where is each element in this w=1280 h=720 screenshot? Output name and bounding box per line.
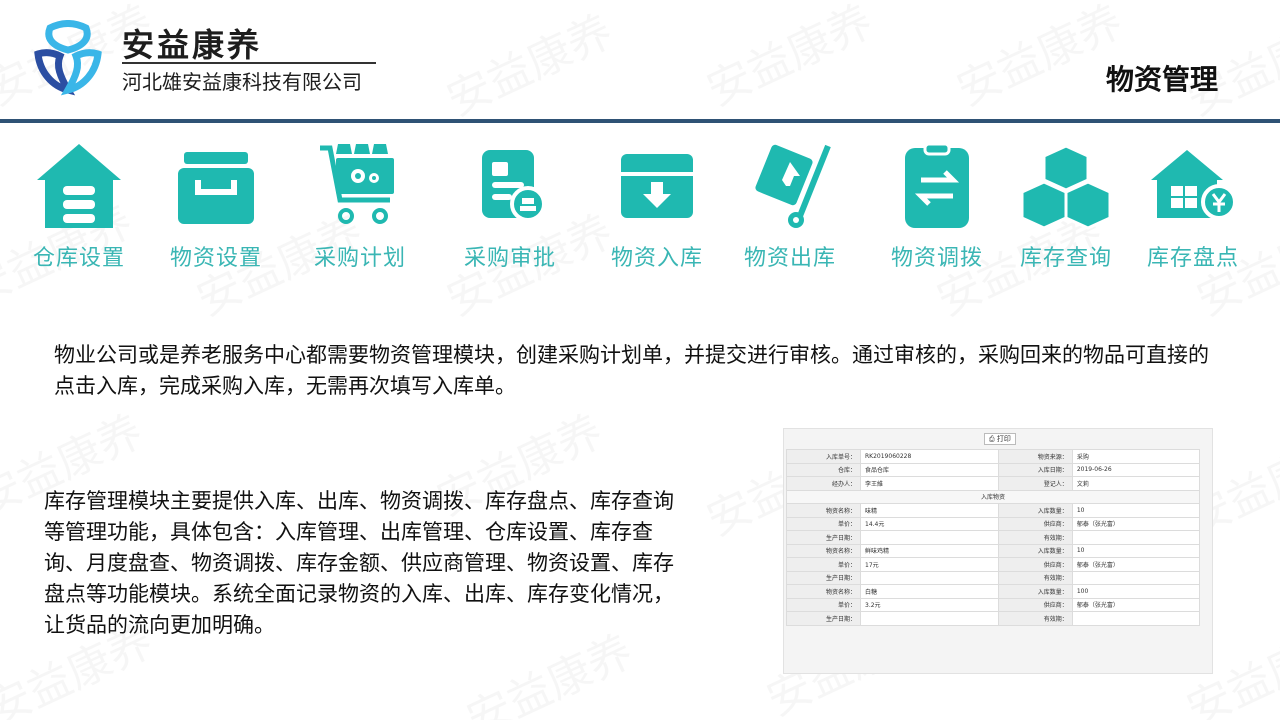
module-warehouse-settings[interactable]: 仓库设置 <box>4 140 154 272</box>
item-row: 物资名称： 鲜味鸡精 入库数量： 10 <box>786 543 1201 558</box>
form-header-row: 入库单号： RK2019060228 物资来源： 采购 <box>786 449 1201 464</box>
module-label: 采购审批 <box>463 246 556 271</box>
field-value <box>860 611 999 626</box>
field-label: 仓库： <box>786 462 861 477</box>
field-label: 经办人： <box>786 476 861 491</box>
module-label: 采购计划 <box>313 246 406 271</box>
module-inventory-count[interactable]: 库存盘点 <box>1118 140 1268 272</box>
company-name: 河北雄安益康科技有限公司 <box>122 70 362 94</box>
field-value: 食品仓库 <box>860 462 999 477</box>
field-label: 物资名称： <box>786 503 861 518</box>
form-header-row: 仓库： 食品仓库 入库日期： 2019-06-26 <box>786 462 1201 477</box>
item-row: 生产日期： 有效期： <box>786 530 1201 545</box>
field-label: 供应商： <box>997 597 1073 612</box>
brand-divider <box>122 62 376 64</box>
field-label: 入库数量： <box>997 584 1073 599</box>
field-value: 白糖 <box>860 584 999 599</box>
box-in-icon <box>621 154 693 218</box>
field-value: 郁泰（张光富） <box>1071 557 1201 572</box>
brand-name: 安益康养 <box>122 26 263 64</box>
printer-icon: ⎙ <box>989 435 995 443</box>
field-label: 生产日期： <box>786 570 861 585</box>
field-value: 10 <box>1071 503 1201 518</box>
field-value: 采购 <box>1071 449 1201 464</box>
item-row: 单价： 3.2元 供应商： 郁泰（张光富） <box>786 597 1201 612</box>
field-label: 单价： <box>786 597 861 612</box>
field-value: 郁泰（张光富） <box>1071 597 1201 612</box>
field-value <box>860 570 999 585</box>
field-value: 文莉 <box>1071 476 1201 491</box>
form-header-row: 经办人： 李王維 登记人： 文莉 <box>786 476 1201 491</box>
company-logo <box>34 20 102 96</box>
module-label: 物资调拨 <box>890 246 983 271</box>
field-label: 入库单号： <box>786 449 861 464</box>
module-label: 物资设置 <box>169 246 262 271</box>
field-label: 入库日期： <box>997 462 1073 477</box>
field-value: 17元 <box>860 557 999 572</box>
field-value <box>1071 611 1201 626</box>
field-label: 供应商： <box>997 516 1073 531</box>
drawer-box-icon <box>178 152 254 224</box>
module-purchase-approval[interactable]: 采购审批 <box>435 140 585 272</box>
field-value: 李王維 <box>860 476 999 491</box>
field-value: 14.4元 <box>860 516 999 531</box>
field-label: 物资来源： <box>997 449 1073 464</box>
item-row: 生产日期： 有效期： <box>786 570 1201 585</box>
module-stock-in[interactable]: 物资入库 <box>582 140 732 272</box>
hand-truck-icon <box>755 144 831 228</box>
field-value <box>860 530 999 545</box>
module-purchase-plan[interactable]: 采购计划 <box>285 140 435 272</box>
item-row: 物资名称： 味精 入库数量： 10 <box>786 503 1201 518</box>
module-stock-out[interactable]: 物资出库 <box>715 140 865 272</box>
field-value: 10 <box>1071 543 1201 558</box>
field-label: 物资名称： <box>786 584 861 599</box>
field-label: 生产日期： <box>786 530 861 545</box>
item-row: 生产日期： 有效期： <box>786 611 1201 626</box>
inventory-paragraph: 库存管理模块主要提供入库、出库、物资调拨、库存盘点、库存查询等管理功能，具体包含… <box>44 489 674 637</box>
field-value: 100 <box>1071 584 1201 599</box>
field-label: 单价： <box>786 557 861 572</box>
item-row: 单价： 14.4元 供应商： 郁泰（张光富） <box>786 516 1201 531</box>
module-label: 物资入库 <box>610 246 703 271</box>
field-label: 供应商： <box>997 557 1073 572</box>
field-value: 2019-06-26 <box>1071 462 1201 477</box>
field-value: 3.2元 <box>860 597 999 612</box>
header-rule <box>0 119 1280 123</box>
shopping-cart-icon <box>320 144 394 224</box>
field-label: 登记人： <box>997 476 1073 491</box>
field-label: 单价： <box>786 516 861 531</box>
field-value: 郁泰（张光富） <box>1071 516 1201 531</box>
module-transfer[interactable]: 物资调拨 <box>862 140 1012 272</box>
module-label: 库存盘点 <box>1146 246 1239 271</box>
warehouse-icon <box>37 144 121 228</box>
cubes-icon <box>1020 144 1112 230</box>
field-value <box>1071 530 1201 545</box>
field-value: 鲜味鸡精 <box>860 543 999 558</box>
module-label: 仓库设置 <box>32 246 125 271</box>
print-button[interactable]: ⎙ 打印 <box>984 433 1016 445</box>
item-row: 物资名称： 白糖 入库数量： 100 <box>786 584 1201 599</box>
field-label: 有效期： <box>997 570 1073 585</box>
page-title: 物资管理 <box>1105 63 1218 96</box>
stock-in-form-preview: ⎙ 打印 入库单号： RK2019060228 物资来源： 采购 仓库： 食品仓库 入库日期… <box>783 428 1213 674</box>
transfer-clipboard-icon <box>905 142 969 228</box>
field-label: 入库数量： <box>997 543 1073 558</box>
field-label: 生产日期： <box>786 611 861 626</box>
module-label: 物资出库 <box>743 246 836 271</box>
document-stamp-icon <box>482 150 546 222</box>
store-yuan-icon <box>1151 150 1237 220</box>
field-value <box>1071 570 1201 585</box>
stock-in-table: 入库单号： RK2019060228 物资来源： 采购 仓库： 食品仓库 入库日期： 2019… <box>786 449 1201 626</box>
field-label: 入库数量： <box>997 503 1073 518</box>
field-label: 物资名称： <box>786 543 861 558</box>
module-material-settings[interactable]: 物资设置 <box>141 140 291 272</box>
field-label: 有效期： <box>997 611 1073 626</box>
field-value: RK2019060228 <box>860 449 999 464</box>
item-row: 单价： 17元 供应商： 郁泰（张光富） <box>786 557 1201 572</box>
field-label: 有效期： <box>997 530 1073 545</box>
section-title: 入库物资 <box>786 489 1200 504</box>
intro-paragraph: 物业公司或是养老服务中心都需要物资管理模块，创建采购计划单，并提交进行审核。通过… <box>54 343 1209 398</box>
field-value: 味精 <box>860 503 999 518</box>
